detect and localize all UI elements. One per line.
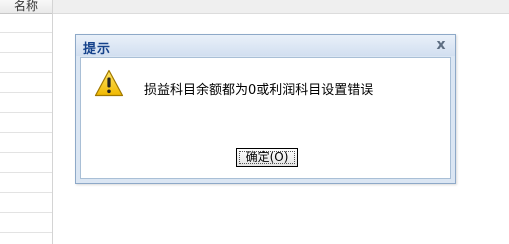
close-icon[interactable]: x [433, 37, 449, 53]
dialog-message: 损益科目余额都为0或利润科目设置错误 [144, 83, 374, 98]
background-column-header: 名称 [13, 0, 38, 13]
background-list-row [0, 152, 52, 153]
dialog-title: 提示 [83, 42, 112, 57]
background-content-header [53, 0, 509, 14]
background-list-row [0, 192, 52, 193]
alert-dialog: 提示 x 损益科目余额都为0或利润科目设置错误 确定(O) [75, 34, 456, 184]
background-list-row [0, 232, 52, 233]
ok-button[interactable]: 确定(O) [236, 148, 298, 167]
background-list-row [0, 52, 52, 53]
background-list-header: 名称 [0, 0, 52, 14]
background-list-row [0, 212, 52, 213]
dialog-titlebar[interactable]: 提示 x [76, 35, 455, 57]
background-list-panel [0, 0, 53, 244]
dialog-body: 损益科目余额都为0或利润科目设置错误 确定(O) [80, 57, 451, 179]
background-list-row [0, 172, 52, 173]
background-list-row [0, 92, 52, 93]
background-list-row [0, 132, 52, 133]
background-list-row [0, 72, 52, 73]
background-list-row [0, 32, 52, 33]
warning-icon [94, 69, 124, 97]
background-list-row [0, 112, 52, 113]
